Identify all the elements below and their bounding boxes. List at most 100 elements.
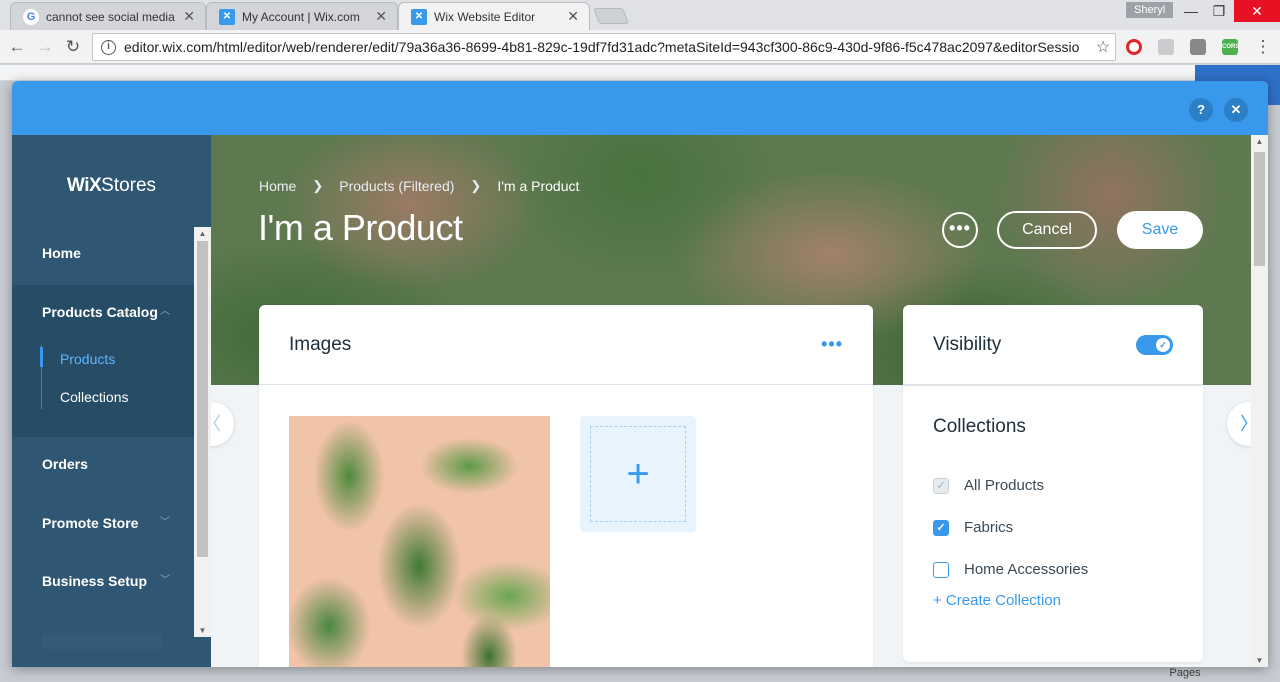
logo-stores: Stores: [101, 175, 157, 196]
google-icon: G: [23, 8, 39, 25]
minimize-icon[interactable]: —: [1176, 0, 1206, 22]
tab-title: Wix Website Editor: [434, 9, 536, 24]
images-more-icon[interactable]: •••: [821, 334, 843, 355]
close-tab-icon[interactable]: ✕: [567, 8, 579, 25]
maximize-icon[interactable]: ❐: [1204, 0, 1234, 22]
chevron-right-icon: ❯: [312, 178, 324, 193]
product-image-tropical-leaves[interactable]: [289, 416, 550, 667]
sidebar-item-collections[interactable]: Collections: [60, 389, 128, 405]
collection-label: All Products: [964, 477, 1045, 494]
collection-label: Fabrics: [964, 519, 1014, 536]
checkbox-icon: [933, 561, 949, 578]
stores-sidebar: WiXStores Home Products Catalog ︿ Produc…: [12, 135, 211, 667]
visibility-title: Visibility: [933, 333, 1002, 355]
cancel-button[interactable]: Cancel: [997, 211, 1097, 249]
modal-header: ? ✕: [12, 81, 1268, 135]
tab-title: cannot see social media: [46, 9, 175, 24]
chevron-down-icon: ﹀: [160, 517, 170, 528]
sidebar-item-business-setup[interactable]: Business Setup ﹀: [12, 561, 194, 601]
submenu-active-indicator: [40, 347, 43, 367]
images-card: Images ••• +: [259, 305, 873, 667]
page-title: I'm a Product: [258, 207, 463, 248]
sidebar-item-home[interactable]: Home: [12, 233, 194, 273]
scroll-down-icon[interactable]: ▼: [1251, 656, 1268, 665]
visibility-toggle[interactable]: ✓: [1136, 334, 1173, 355]
close-tab-icon[interactable]: ✕: [375, 8, 387, 25]
browser-tab-bar: G cannot see social media ✕ ✕ My Account…: [0, 0, 1280, 30]
breadcrumb-current: I'm a Product: [497, 178, 580, 194]
check-icon: ✓: [1156, 337, 1170, 352]
wix-stores-logo: WiXStores: [12, 175, 211, 197]
sidebar-item-label: Promote Store: [42, 515, 139, 531]
bookmark-star-icon[interactable]: ☆: [1091, 37, 1115, 57]
pages-label[interactable]: Pages: [1150, 667, 1220, 679]
browser-tab-1[interactable]: G cannot see social media ✕: [10, 2, 206, 30]
cors-extension-icon[interactable]: CORS: [1222, 39, 1239, 55]
sidebar-item-partial: [42, 635, 162, 649]
new-tab-button[interactable]: [593, 8, 629, 24]
collection-option-all-products[interactable]: ✓ All Products: [933, 477, 1044, 494]
sidebar-item-label: Business Setup: [42, 573, 148, 589]
wix-stores-modal: ? ✕ WiXStores Home Products Catalog ︿ Pr…: [12, 81, 1268, 667]
close-tab-icon[interactable]: ✕: [183, 8, 195, 25]
wix-icon: ✕: [219, 8, 235, 25]
sidebar-item-products-catalog[interactable]: Products Catalog ︿: [12, 292, 194, 332]
sidebar-item-products[interactable]: Products: [60, 351, 115, 367]
extension-icon[interactable]: [1190, 39, 1206, 55]
help-icon[interactable]: ?: [1189, 98, 1213, 122]
browser-tab-2[interactable]: ✕ My Account | Wix.com ✕: [206, 2, 398, 30]
address-bar[interactable]: i editor.wix.com/html/editor/web/rendere…: [92, 33, 1116, 61]
breadcrumb-home[interactable]: Home: [259, 178, 296, 194]
sidebar-scrollbar[interactable]: ▲ ▼: [194, 227, 211, 637]
save-button[interactable]: Save: [1117, 211, 1203, 249]
images-card-header: Images •••: [259, 305, 873, 385]
url-text[interactable]: editor.wix.com/html/editor/web/renderer/…: [124, 39, 1091, 55]
create-collection-link[interactable]: + Create Collection: [933, 592, 1061, 609]
logo-wix: WiX: [66, 175, 102, 196]
browser-tab-3[interactable]: ✕ Wix Website Editor ✕: [398, 2, 590, 30]
tab-title: My Account | Wix.com: [242, 9, 360, 24]
images-title: Images: [289, 333, 352, 355]
chevron-right-icon: ❯: [470, 178, 482, 193]
opera-icon[interactable]: [1126, 39, 1142, 55]
more-actions-button[interactable]: •••: [942, 212, 978, 248]
checkbox-icon: ✓: [933, 519, 949, 536]
browser-toolbar: ← → ↻ i editor.wix.com/html/editor/web/r…: [0, 30, 1280, 64]
forward-icon[interactable]: →: [34, 36, 56, 58]
info-icon[interactable]: i: [101, 39, 116, 55]
extension-icon[interactable]: [1158, 39, 1174, 55]
collection-label: Home Accessories: [964, 561, 1089, 578]
scrollbar-thumb[interactable]: [197, 241, 208, 557]
breadcrumb-products-filtered[interactable]: Products (Filtered): [339, 178, 454, 194]
checkbox-icon: ✓: [933, 477, 949, 494]
chevron-up-icon: ︿: [160, 306, 170, 317]
sidebar-item-label: Home: [42, 245, 81, 261]
previous-product-arrow-icon[interactable]: 〈: [211, 402, 234, 446]
scroll-up-icon[interactable]: ▲: [194, 229, 211, 238]
plus-icon: +: [590, 426, 686, 522]
menu-icon[interactable]: ⋮: [1252, 36, 1274, 58]
add-image-button[interactable]: +: [580, 416, 696, 532]
collection-option-fabrics[interactable]: ✓ Fabrics: [933, 519, 1013, 536]
collections-card: Collections ✓ All Products ✓ Fabrics Hom…: [903, 386, 1203, 662]
scroll-down-icon[interactable]: ▼: [194, 626, 211, 635]
visibility-card: Visibility ✓: [903, 305, 1203, 385]
back-icon[interactable]: ←: [6, 36, 28, 58]
chevron-down-icon: ﹀: [160, 575, 170, 586]
sidebar-item-label: Orders: [42, 456, 88, 472]
scrollbar-thumb[interactable]: [1254, 152, 1265, 266]
scroll-up-icon[interactable]: ▲: [1251, 137, 1268, 146]
collections-title: Collections: [933, 416, 1026, 437]
sidebar-item-promote-store[interactable]: Promote Store ﹀: [12, 503, 194, 543]
editor-top-bar: [0, 65, 1280, 81]
sidebar-item-orders[interactable]: Orders: [12, 444, 194, 484]
sidebar-item-label: Products Catalog: [42, 304, 158, 320]
wix-icon: ✕: [411, 8, 427, 25]
profile-badge[interactable]: Sheryl: [1126, 2, 1174, 18]
close-icon[interactable]: ✕: [1224, 98, 1248, 122]
collection-option-home-accessories[interactable]: Home Accessories: [933, 561, 1088, 578]
content-scrollbar[interactable]: ▲ ▼: [1251, 135, 1268, 667]
next-product-arrow-icon[interactable]: 〉: [1227, 402, 1251, 446]
reload-icon[interactable]: ↻: [62, 36, 84, 58]
window-close-icon[interactable]: ✕: [1234, 0, 1280, 22]
